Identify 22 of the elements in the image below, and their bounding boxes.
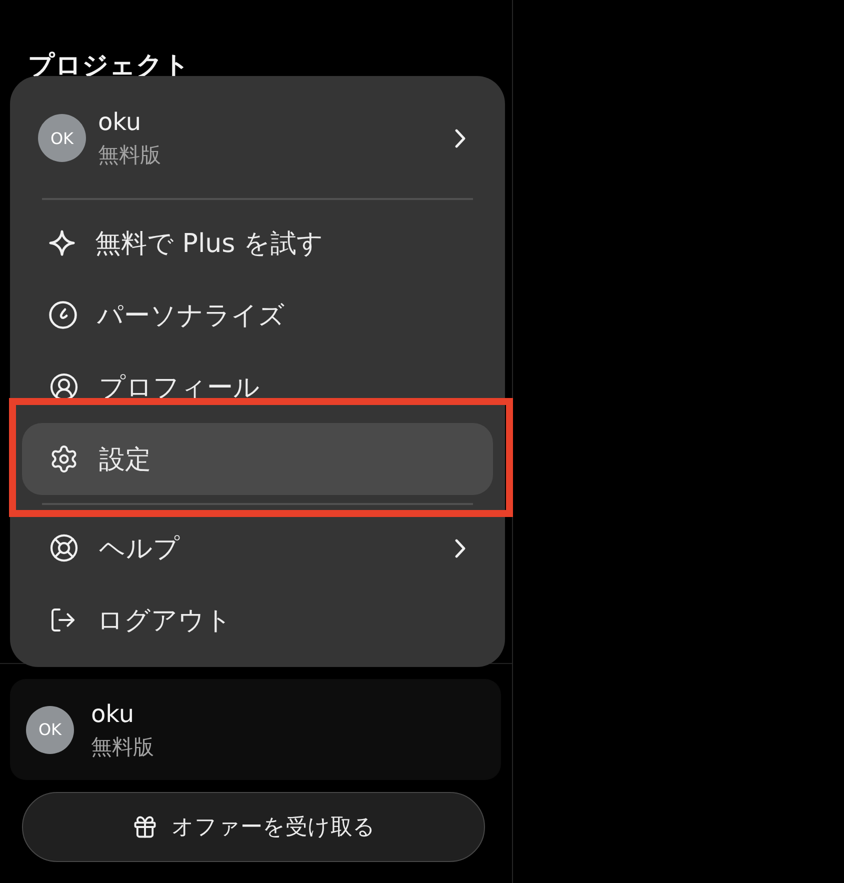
menu-item[interactable]: プロフィール: [22, 351, 493, 423]
avatar: OK: [38, 114, 86, 162]
circle-squiggle-icon: [49, 301, 77, 329]
menu-item[interactable]: 設定: [22, 423, 493, 495]
account-card[interactable]: OK oku 無料版: [10, 679, 501, 780]
plan-label: 無料版: [91, 734, 154, 760]
avatar: OK: [26, 706, 74, 754]
gift-icon: [132, 814, 158, 840]
user-name: oku: [91, 698, 136, 728]
plan-label: 無料版: [98, 142, 161, 169]
section-heading: プロジェクト: [28, 50, 191, 82]
menu-item[interactable]: ヘルプ: [22, 512, 493, 584]
settings-icon: [49, 444, 79, 474]
offer-button[interactable]: オファーを受け取る: [22, 792, 485, 862]
menu-item[interactable]: ログアウト: [22, 584, 493, 656]
logout-icon: [49, 606, 77, 634]
sparkle-icon: [49, 230, 75, 256]
profile-row[interactable]: OK oku 無料版: [22, 88, 493, 188]
user-name: oku: [98, 107, 142, 137]
menu-item[interactable]: 無料で Plus を試す: [22, 207, 493, 279]
lifebuoy-icon: [49, 533, 79, 563]
menu-item[interactable]: パーソナライズ: [22, 279, 493, 351]
